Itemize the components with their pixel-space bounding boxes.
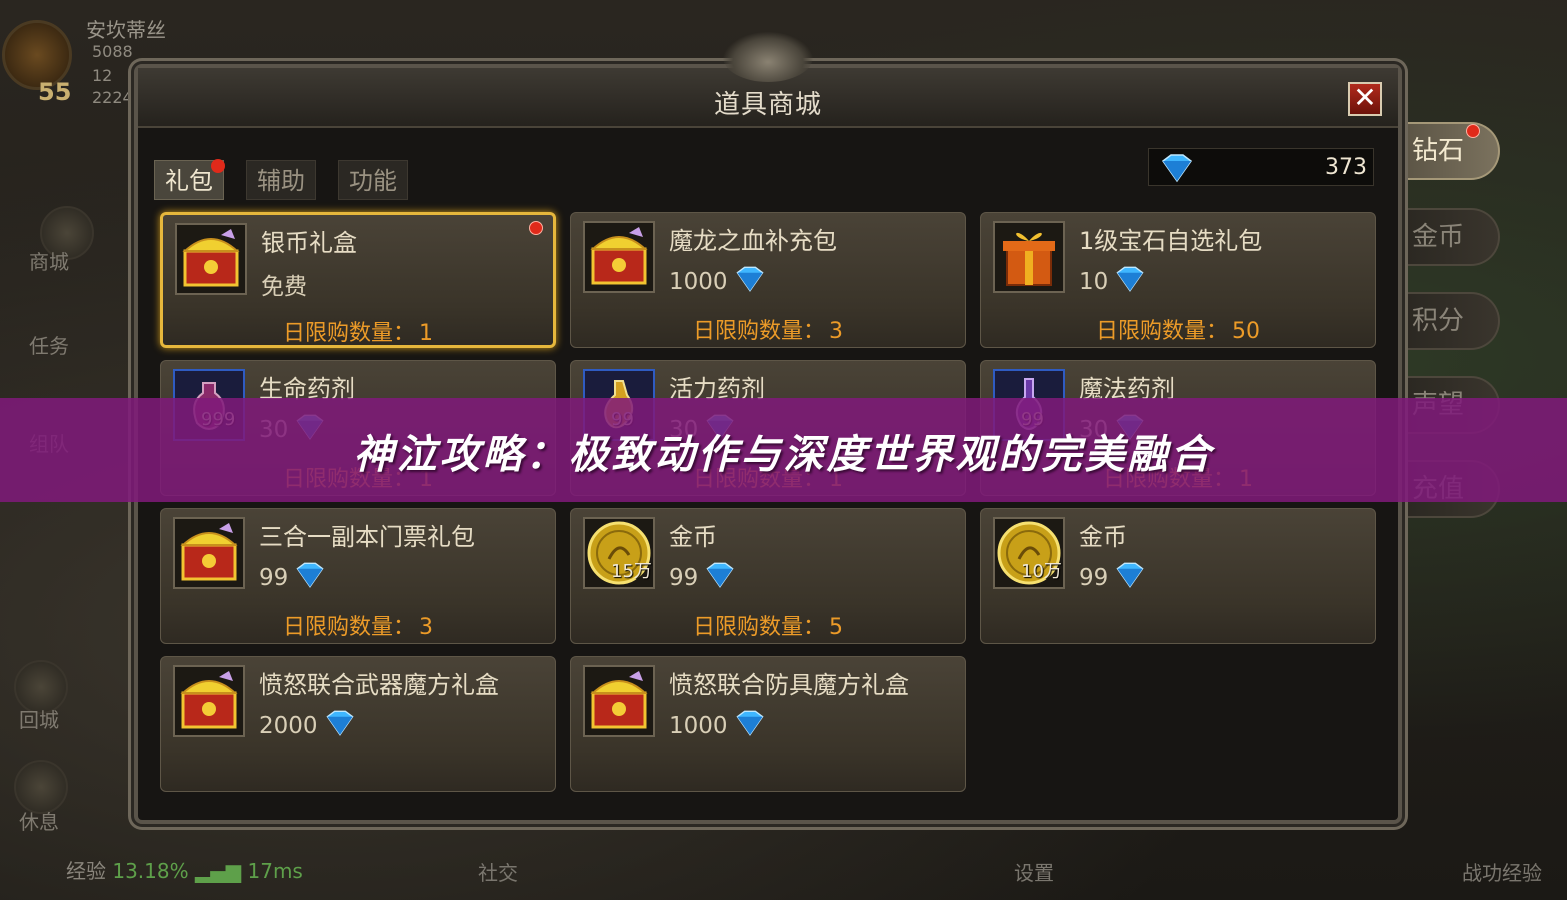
treasure-chest-icon (583, 665, 655, 737)
exp-value: 13.18% (112, 859, 189, 883)
side-tab-diamond[interactable]: 钻石 (1400, 122, 1500, 180)
item-price-value: 1000 (669, 269, 728, 295)
item-quantity-badge: 10万 (1021, 561, 1062, 582)
item-name: 银币礼盒 (261, 229, 357, 257)
player-stat-mp: 12 (92, 66, 113, 85)
daily-limit: 日限购数量： 5 (571, 609, 965, 641)
item-price: 99 (259, 561, 328, 595)
daily-limit-label: 日限购数量： (282, 321, 415, 346)
item-name: 金币 (669, 523, 717, 551)
daily-limit-value: 3 (419, 615, 433, 640)
item-notification-dot (529, 221, 543, 235)
exp-readout: 经验 13.18% ▂▄▆ 17ms (66, 855, 303, 884)
left-menu-rest[interactable]: 休息 (4, 806, 74, 835)
diamond-icon (1157, 153, 1197, 187)
daily-limit-value: 3 (829, 319, 843, 344)
player-level: 55 (38, 78, 72, 106)
item-name: 金币 (1079, 523, 1127, 551)
item-price-value: 免费 (261, 274, 307, 300)
bottom-merit-exp: 战功经验 (1462, 861, 1542, 885)
item-price-value: 99 (1079, 565, 1109, 591)
daily-limit: 日限购数量： 3 (571, 313, 965, 345)
item-price: 2000 (259, 709, 358, 743)
item-price-value: 99 (259, 565, 289, 591)
shop-title: 道具商城 (713, 90, 822, 120)
diamond-balance: 373 (1148, 148, 1374, 186)
side-tab-diamond-notification-dot (1466, 124, 1480, 138)
bottom-settings-button[interactable]: 设置 (1014, 857, 1054, 886)
left-menu-quest[interactable]: 任务 (14, 330, 84, 359)
item-price: 10 (1079, 265, 1148, 299)
diamond-icon (1112, 561, 1148, 595)
daily-limit-value: 5 (829, 615, 843, 640)
tab-assist[interactable]: 辅助 (246, 160, 316, 200)
item-price-value: 2000 (259, 713, 318, 739)
shop-item-card[interactable]: 魔龙之血补充包 1000 日限购数量： 3 (570, 212, 966, 348)
shop-item-card[interactable]: 15万 金币 99 日限购数量： 5 (570, 508, 966, 644)
diamond-icon (732, 265, 768, 299)
item-price: 1000 (669, 265, 768, 299)
diamond-icon (292, 561, 328, 595)
daily-limit-value: 1 (419, 321, 433, 346)
shop-item-card[interactable]: 10万 金币 99 (980, 508, 1376, 644)
tab-gift-pack[interactable]: 礼包 (154, 159, 225, 200)
daily-limit: 日限购数量： 50 (981, 313, 1375, 345)
item-price: 1000 (669, 709, 768, 743)
daily-limit-label: 日限购数量： (1095, 319, 1228, 344)
item-price-value: 1000 (669, 713, 728, 739)
shop-item-card[interactable]: 三合一副本门票礼包 99 日限购数量： 3 (160, 508, 556, 644)
exp-label: 经验 (66, 859, 106, 883)
diamond-icon (322, 709, 358, 743)
ping-value: 17ms (247, 859, 303, 883)
diamond-icon (1112, 265, 1148, 299)
diamond-icon (702, 561, 738, 595)
tab-gift-pack-notification-dot (211, 159, 225, 173)
shop-item-card[interactable]: 1级宝石自选礼包 10 日限购数量： 50 (980, 212, 1376, 348)
title-banner: 神泣攻略：极致动作与深度世界观的完美融合 (0, 398, 1567, 502)
side-tab-gold[interactable]: 金币 (1400, 208, 1500, 266)
tab-function[interactable]: 功能 (338, 160, 408, 200)
diamond-icon (732, 709, 768, 743)
tab-gift-pack-label: 礼包 (165, 167, 213, 195)
item-name: 愤怒联合防具魔方礼盒 (669, 671, 909, 699)
treasure-chest-icon (583, 221, 655, 293)
shop-item-card[interactable]: 愤怒联合防具魔方礼盒 1000 (570, 656, 966, 792)
player-stat-energy: 2224 (92, 88, 133, 107)
shop-item-card[interactable]: 愤怒联合武器魔方礼盒 2000 (160, 656, 556, 792)
item-price: 免费 (261, 267, 307, 301)
item-name: 三合一副本门票礼包 (259, 523, 475, 551)
daily-limit-value: 50 (1232, 319, 1260, 344)
player-stat-hp: 5088 (92, 42, 133, 61)
left-menu-return-town[interactable]: 回城 (4, 704, 74, 733)
daily-limit-label: 日限购数量： (692, 319, 825, 344)
daily-limit: 日限购数量：1 (163, 315, 553, 347)
shop-panel-header: 道具商城 ✕ (138, 32, 1398, 128)
item-price: 99 (1079, 561, 1148, 595)
treasure-chest-icon (173, 665, 245, 737)
banner-title: 神泣攻略：极致动作与深度世界观的完美融合 (353, 432, 1214, 478)
player-name: 安坎蒂丝 (86, 18, 166, 42)
item-price-value: 99 (669, 565, 699, 591)
treasure-chest-icon (173, 517, 245, 589)
bottom-social-button[interactable]: 社交 (478, 857, 518, 886)
daily-limit-label: 日限购数量： (282, 615, 415, 640)
diamond-balance-value: 373 (1325, 155, 1367, 180)
signal-icon: ▂▄▆ (194, 859, 242, 883)
gift-box-icon (993, 221, 1065, 293)
left-menu-shop[interactable]: 商城 (14, 246, 84, 275)
item-quantity-badge: 15万 (611, 561, 652, 582)
daily-limit-label: 日限购数量： (692, 615, 825, 640)
close-button[interactable]: ✕ (1348, 82, 1382, 116)
item-price-value: 10 (1079, 269, 1109, 295)
treasure-chest-icon (175, 223, 247, 295)
shop-item-card[interactable]: 银币礼盒免费日限购数量： 1 (160, 212, 556, 348)
item-name: 1级宝石自选礼包 (1079, 227, 1263, 255)
skull-crest-icon (723, 32, 813, 82)
item-price: 99 (669, 561, 738, 595)
side-tab-points[interactable]: 积分 (1400, 292, 1500, 350)
item-name: 魔龙之血补充包 (669, 227, 837, 255)
item-name: 愤怒联合武器魔方礼盒 (259, 671, 499, 699)
daily-limit: 日限购数量： 3 (161, 609, 555, 641)
